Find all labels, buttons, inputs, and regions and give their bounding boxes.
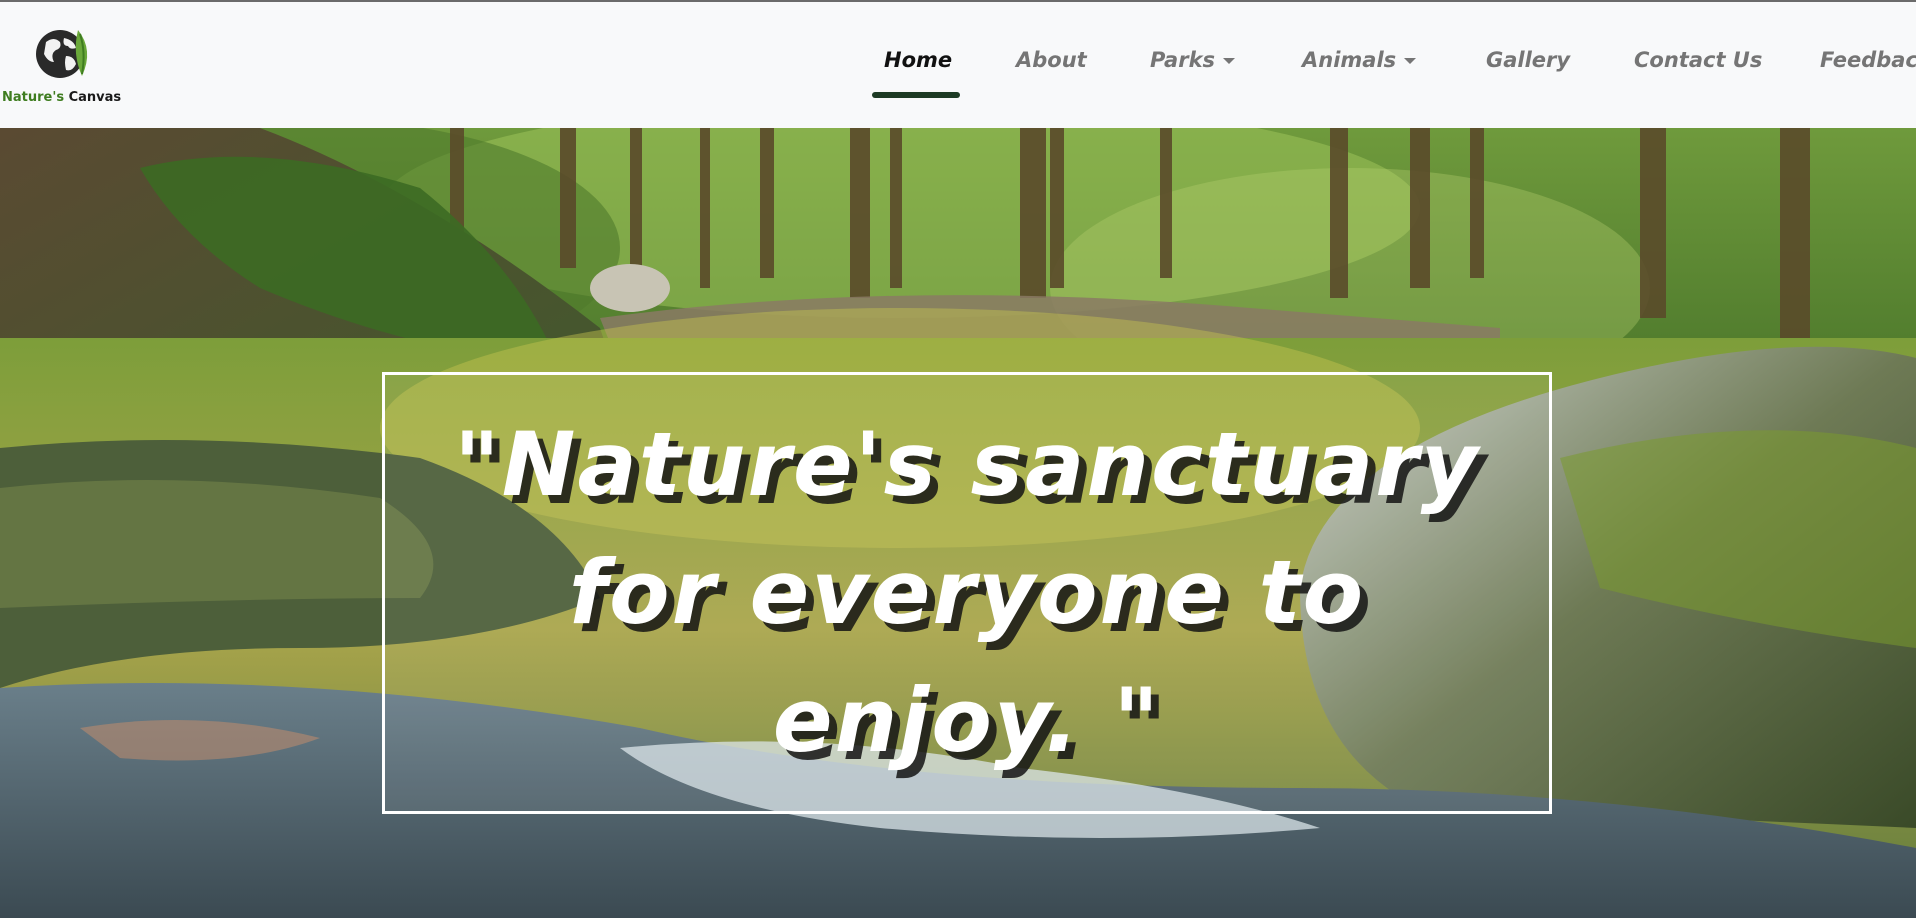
hero-quote: "Nature's sanctuary for everyone to enjo… [453,413,1481,772]
navbar: Nature's Canvas Home About Parks Animals… [0,0,1916,128]
nav-parks-label: Parks [1150,48,1216,72]
hero-quote-box: "Nature's sanctuary for everyone to enjo… [382,372,1552,814]
nav-home[interactable]: Home [884,48,952,72]
nav-gallery[interactable]: Gallery [1486,48,1570,72]
nav-contact-us[interactable]: Contact Us [1634,48,1762,72]
hero-section: "Nature's sanctuary for everyone to enjo… [0,128,1916,918]
nav-animals-label: Animals [1302,48,1397,72]
nav-about[interactable]: About [1016,48,1087,72]
nav-links: Home About Parks Animals Gallery Contact… [0,48,1916,88]
nav-feedback[interactable]: Feedback [1820,48,1916,72]
nav-parks[interactable]: Parks [1150,48,1236,72]
brand-name-part1: Nature's [2,90,65,105]
brand-name: Nature's Canvas [2,90,121,105]
caret-down-icon [1223,58,1236,64]
brand-name-part2: Canvas [68,90,122,105]
active-nav-underline [872,92,960,98]
caret-down-icon [1404,58,1417,64]
nav-animals[interactable]: Animals [1302,48,1417,72]
